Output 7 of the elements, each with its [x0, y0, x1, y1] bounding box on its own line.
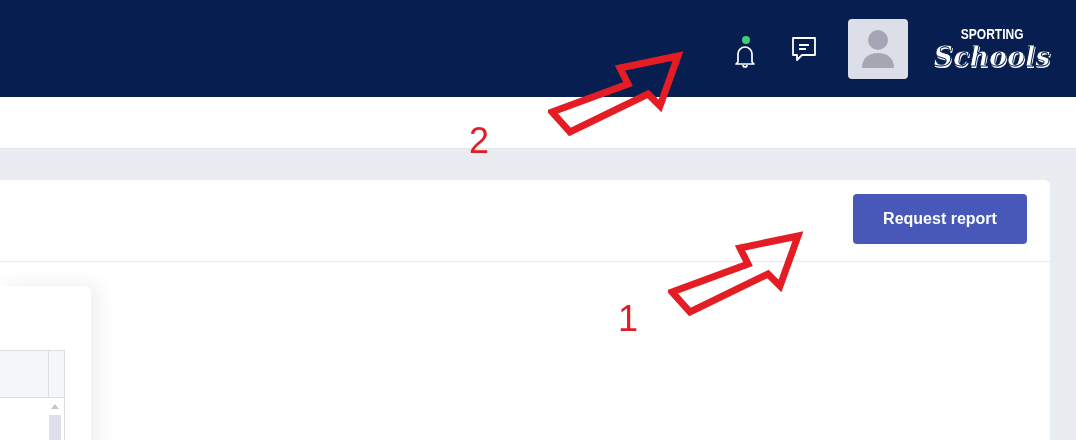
annotation-number: 1	[618, 301, 639, 337]
user-avatar[interactable]	[848, 18, 908, 79]
scroll-up-icon[interactable]	[51, 404, 59, 409]
request-report-button[interactable]: Request report	[853, 194, 1027, 244]
annotation-number: 2	[469, 123, 490, 159]
message-icon[interactable]	[790, 34, 818, 63]
logo[interactable]: SPORTING Schools	[932, 25, 1052, 72]
